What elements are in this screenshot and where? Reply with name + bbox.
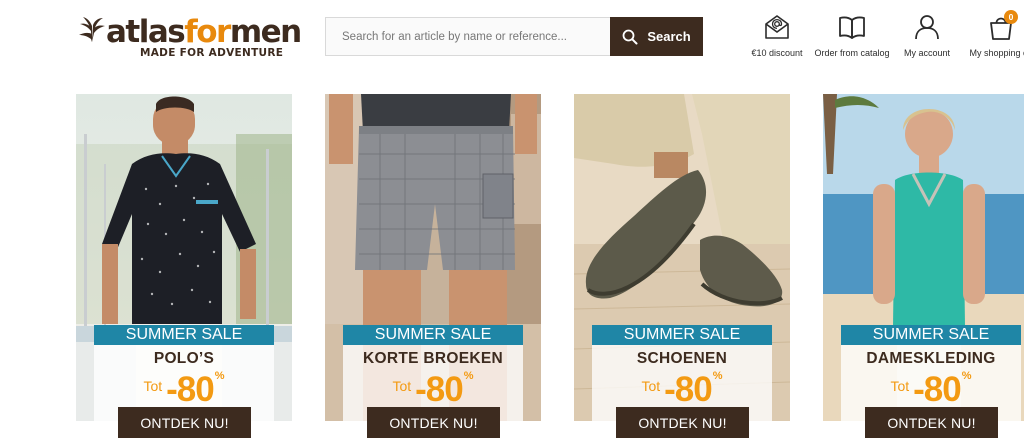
promo-info-box: SCHOENEN Tot -80% ONTDEK NU! bbox=[592, 345, 772, 444]
promo-info-box: POLO’S Tot -80% ONTDEK NU! bbox=[94, 345, 274, 444]
discount-link-label: €10 discount bbox=[751, 48, 803, 58]
category-title: KORTE BROEKEN bbox=[363, 350, 503, 367]
discount-label: Tot -80% bbox=[143, 370, 225, 409]
site-header: atlasformen MADE FOR ADVENTURE Search €1… bbox=[0, 0, 1024, 90]
discover-button[interactable]: ONTDEK NU! bbox=[118, 407, 251, 438]
category-card-polos[interactable]: SUMMER SALE POLO’S Tot -80% ONTDEK NU! bbox=[76, 94, 292, 444]
summer-sale-band: SUMMER SALE bbox=[841, 325, 1021, 345]
promo-info-box: DAMESKLEDING Tot -80% ONTDEK NU! bbox=[841, 345, 1021, 444]
email-at-icon bbox=[765, 15, 789, 39]
account-link[interactable]: My account bbox=[899, 14, 955, 64]
category-title: POLO’S bbox=[153, 350, 215, 367]
category-card-schoenen[interactable]: SUMMER SALE SCHOENEN Tot -80% ONTDEK NU! bbox=[574, 94, 790, 444]
discover-button[interactable]: ONTDEK NU! bbox=[616, 407, 749, 438]
brand-tagline: MADE FOR ADVENTURE bbox=[140, 47, 284, 59]
cart-link-label: My shopping ca bbox=[969, 48, 1024, 58]
brand-logo[interactable]: atlasformen MADE FOR ADVENTURE bbox=[78, 14, 302, 64]
user-icon bbox=[915, 15, 939, 40]
category-card-korte-broeken[interactable]: SUMMER SALE KORTE BROEKEN Tot -80% ONTDEK… bbox=[325, 94, 541, 444]
account-link-label: My account bbox=[903, 48, 951, 58]
promo-info-box: KORTE BROEKEN Tot -80% ONTDEK NU! bbox=[343, 345, 523, 444]
search-input[interactable] bbox=[326, 18, 610, 55]
leaf-logo-icon bbox=[79, 17, 105, 42]
brand-wordmark: atlasformen bbox=[106, 14, 302, 50]
search-button-label: Search bbox=[647, 29, 691, 44]
search-button[interactable]: Search bbox=[610, 17, 703, 56]
summer-sale-band: SUMMER SALE bbox=[94, 325, 274, 345]
summer-sale-band: SUMMER SALE bbox=[592, 325, 772, 345]
discover-button[interactable]: ONTDEK NU! bbox=[367, 407, 500, 438]
discount-link[interactable]: €10 discount bbox=[748, 14, 806, 64]
search-bar: Search bbox=[325, 17, 703, 56]
category-card-dameskleding[interactable]: SUMMER SALE DAMESKLEDING Tot -80% ONTDEK … bbox=[823, 94, 1024, 444]
category-title: DAMESKLEDING bbox=[866, 350, 996, 367]
open-book-icon bbox=[839, 16, 865, 39]
discount-label: Tot -80% bbox=[641, 370, 723, 409]
catalog-link[interactable]: Order from catalog bbox=[813, 14, 891, 64]
category-title: SCHOENEN bbox=[636, 350, 728, 367]
discount-label: Tot -80% bbox=[392, 370, 474, 409]
cart-link[interactable]: 0 My shopping ca bbox=[966, 10, 1024, 64]
discover-button[interactable]: ONTDEK NU! bbox=[865, 407, 998, 438]
catalog-link-label: Order from catalog bbox=[814, 48, 890, 58]
discount-label: Tot -80% bbox=[890, 370, 972, 409]
cart-count-badge: 0 bbox=[1004, 10, 1018, 24]
summer-sale-band: SUMMER SALE bbox=[343, 325, 523, 345]
search-icon bbox=[622, 29, 638, 44]
